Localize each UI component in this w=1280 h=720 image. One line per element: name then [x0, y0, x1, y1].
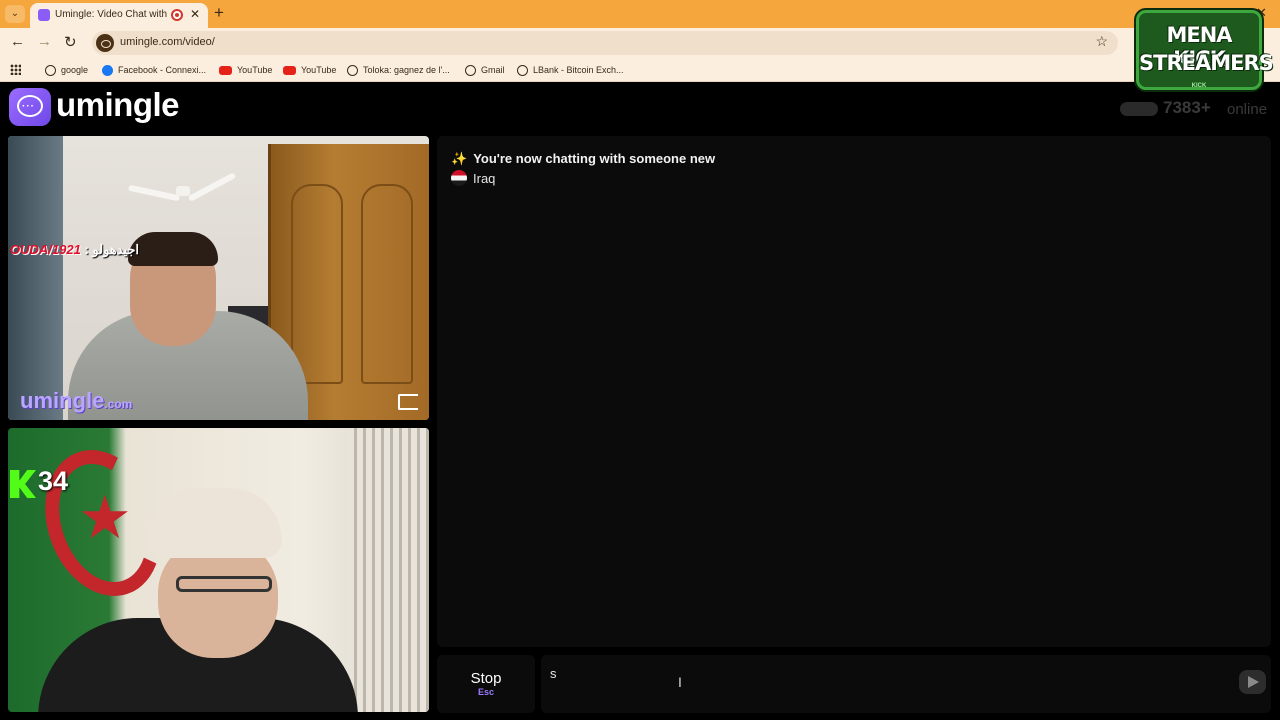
ceiling-fan — [127, 172, 238, 216]
site-info-icon[interactable] — [96, 34, 114, 52]
stranger-country: Iraq — [451, 170, 495, 186]
sparkle-icon: ✨ — [451, 151, 468, 166]
close-tab-icon[interactable]: ✕ — [190, 7, 200, 21]
self-video: ★ 34 — [8, 428, 429, 712]
forward-arrow-icon[interactable]: → — [37, 33, 52, 50]
bookmarks-bar: google Facebook - Connexi... YouTube You… — [0, 58, 1280, 82]
stream-chat-text: : اجيدهولو — [84, 242, 140, 257]
kick-logo-icon — [10, 470, 36, 498]
bookmark-label: Gmail — [481, 65, 505, 75]
umingle-logo-icon[interactable]: ··· — [9, 88, 51, 126]
stop-button[interactable]: Stop Esc — [437, 655, 535, 713]
viewer-count: 34 — [38, 466, 69, 496]
address-bar[interactable]: umingle.com/video/ ☆ — [92, 31, 1118, 55]
bookmark-lbank[interactable]: LBank - Bitcoin Exch... — [517, 62, 624, 78]
send-icon[interactable] — [1239, 670, 1266, 694]
bookmark-label: google — [61, 65, 89, 75]
online-label: online — [1227, 101, 1268, 118]
tab-search-button[interactable]: ⌄ — [5, 5, 25, 23]
tab-title: Umingle: Video Chat with St — [55, 9, 167, 20]
globe-icon — [347, 64, 358, 76]
youtube-icon — [283, 65, 296, 75]
stop-shortcut: Esc — [477, 687, 494, 697]
bookmark-toloka[interactable]: Toloka: gagnez de l'... — [347, 62, 450, 78]
bookmark-label: Toloka: gagnez de l'... — [363, 65, 450, 75]
brand-name[interactable]: umingle — [56, 86, 180, 124]
browser-toolbar: ← → ↻ umingle.com/video/ ☆ — [0, 28, 1280, 58]
chat-log: ✨ You're now chatting with someone new Ir… — [437, 136, 1271, 647]
apps-grid-icon[interactable] — [10, 64, 21, 75]
facebook-icon — [102, 64, 113, 76]
globe-icon — [45, 64, 56, 76]
bookmark-gmail[interactable]: Gmail — [465, 62, 505, 78]
recording-indicator-icon — [171, 9, 183, 21]
message-input[interactable] — [541, 655, 1271, 713]
tab-strip: ⌄ Umingle: Video Chat with St ✕ + ✕ — [0, 0, 1280, 28]
youtube-icon — [219, 65, 232, 75]
stream-chat-message: OUDA/1921 : اجيدهولو — [10, 242, 139, 258]
bookmark-youtube-1[interactable]: YouTube — [219, 62, 272, 78]
reload-icon[interactable]: ↻ — [64, 33, 77, 51]
bookmark-label: YouTube — [237, 65, 273, 75]
umingle-watermark: umingle.com — [20, 388, 133, 413]
back-arrow-icon[interactable]: ← — [10, 33, 25, 50]
active-tab[interactable]: Umingle: Video Chat with St ✕ — [30, 3, 208, 28]
stop-label: Stop — [470, 670, 502, 687]
globe-icon — [465, 64, 476, 76]
address-url: umingle.com/video/ — [120, 36, 215, 48]
bookmark-label: LBank - Bitcoin Exch... — [533, 65, 624, 75]
report-flag-icon[interactable] — [398, 394, 418, 410]
globe-icon — [517, 64, 528, 76]
curtain — [348, 428, 429, 712]
iraq-flag-icon — [451, 170, 467, 186]
text-cursor-icon: I — [678, 674, 682, 690]
stranger-video: OUDA/1921 : اجيدهولو umingle.com — [8, 136, 429, 420]
online-count: 7383+ — [1163, 98, 1211, 117]
overlay-sub: KICK — [1191, 83, 1207, 89]
country-name: Iraq — [473, 170, 496, 186]
bookmark-label: Facebook - Connexi... — [118, 65, 207, 75]
chat-status-message: ✨ You're now chatting with someone new — [451, 151, 716, 166]
stream-overlay-logo: MENA KICK STREAMERS KICK — [1136, 10, 1274, 90]
bookmark-google[interactable]: google — [45, 62, 88, 78]
bookmark-star-icon[interactable]: ☆ — [1095, 33, 1108, 50]
new-tab-icon[interactable]: + — [214, 3, 224, 23]
bookmark-youtube-2[interactable]: YouTube — [283, 62, 336, 78]
bookmark-label: YouTube — [301, 65, 337, 75]
bookmark-facebook[interactable]: Facebook - Connexi... — [102, 62, 206, 78]
stream-chat-user: OUDA/1921 — [10, 242, 81, 257]
overlay-line-2: STREAMERS — [1139, 51, 1274, 75]
umingle-favicon-icon — [38, 9, 50, 21]
algeria-flag-star: ★ — [78, 484, 132, 551]
online-indicator — [1120, 102, 1158, 116]
